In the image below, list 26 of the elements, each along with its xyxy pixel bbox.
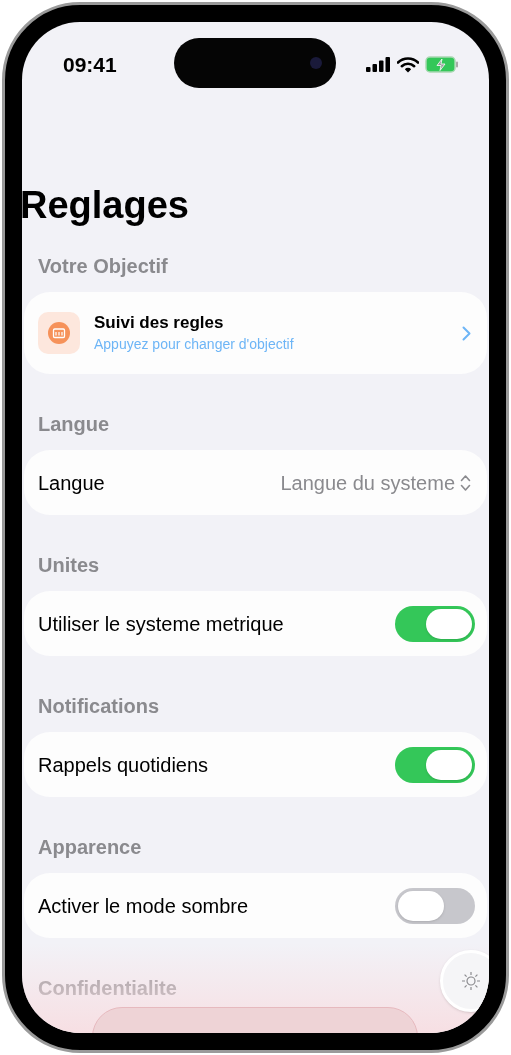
sun-icon <box>461 971 481 991</box>
section-header: Votre Objectif <box>38 254 168 278</box>
brightness-button[interactable] <box>440 950 489 1012</box>
section-header: Notifications <box>38 694 160 718</box>
goal-row[interactable]: Suivi des regles Appuyez pour changer d'objectif <box>24 292 487 374</box>
row-label: Rappels quotidiens <box>38 752 210 778</box>
chevron-up-down-icon <box>460 473 471 492</box>
row-label: Activer le mode sombre <box>38 893 250 919</box>
section-header: Unites <box>38 553 100 577</box>
row-title: Suivi des regles <box>94 312 225 334</box>
toggle-switch[interactable] <box>395 887 475 924</box>
page-title: Reglages <box>22 183 190 227</box>
row-label: Langue <box>38 470 106 496</box>
row-subtitle: Appuyez pour changer d'objectif <box>94 335 295 354</box>
wifi-icon <box>397 56 419 73</box>
toggle-switch[interactable] <box>395 746 475 783</box>
section-header: Langue <box>38 412 110 436</box>
toggle-switch[interactable] <box>395 605 475 642</box>
row-label: Utiliser le systeme metrique <box>38 611 285 637</box>
battery-charging-icon <box>425 56 459 73</box>
calendar-icon <box>38 312 80 354</box>
section-header: Apparence <box>38 835 142 859</box>
signal-icon <box>366 57 391 72</box>
section-header: Confidentialite <box>38 976 177 1000</box>
status-time: 09:41 <box>63 52 117 78</box>
chevron-right-icon <box>462 325 471 341</box>
